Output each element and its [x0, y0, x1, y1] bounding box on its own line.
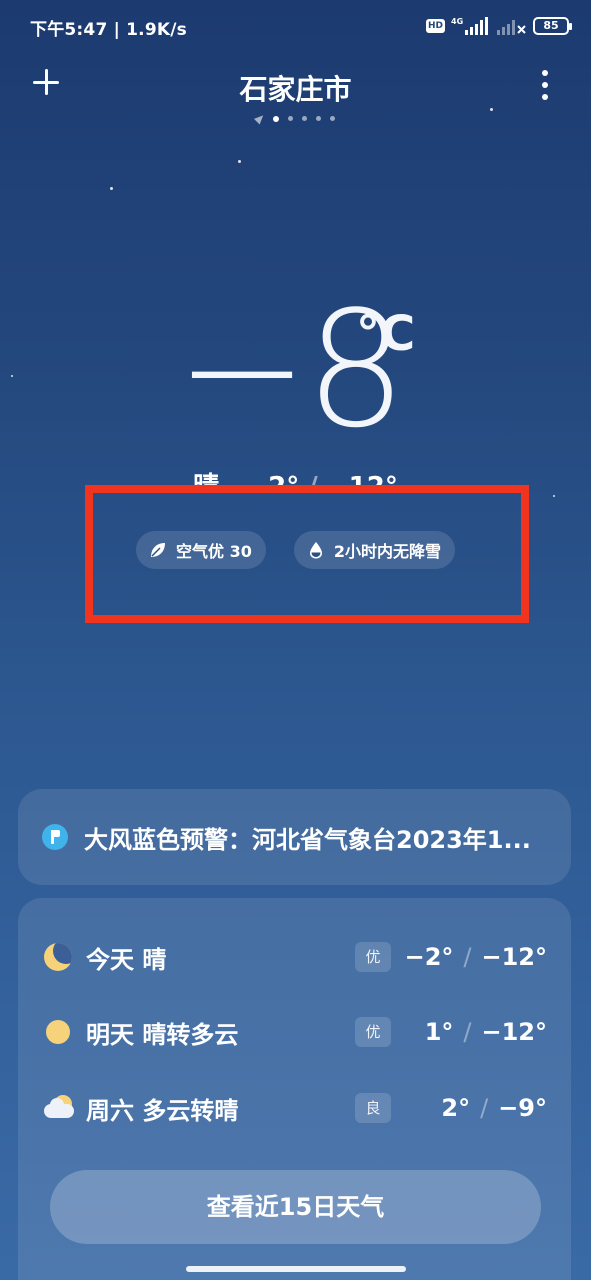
star-decoration [110, 187, 113, 190]
forecast-label: 今天 晴 [86, 945, 167, 974]
signal-weak-icon [497, 20, 526, 35]
aqi-badge: 优 [355, 942, 391, 972]
status-bar: 下午5:47 | 1.9K/s HD 4G 85 [0, 0, 591, 52]
forecast-high: 2° [441, 1094, 471, 1122]
forecast-low: −12° [481, 943, 547, 971]
forecast-low: −9° [498, 1094, 547, 1122]
city-title: 石家庄市 [239, 73, 352, 106]
moon-icon [44, 943, 72, 971]
star-decoration [553, 495, 555, 497]
forecast-label: 周六 多云转晴 [86, 1096, 239, 1125]
status-icons: HD 4G 85 [425, 14, 572, 38]
alert-flag-icon [42, 824, 68, 850]
header: 石家庄市 [0, 60, 591, 130]
network-label: 4G [451, 17, 463, 26]
forecast-temps: −2° / −12° [404, 943, 547, 971]
signal-4g-icon: 4G [451, 17, 488, 35]
more-menu-button[interactable] [539, 68, 551, 102]
star-decoration [11, 375, 13, 377]
forecast-row-tomorrow[interactable]: 明天 晴转多云 优 1° / −12° [18, 1002, 571, 1062]
aqi-badge: 良 [355, 1093, 391, 1123]
page-dot [288, 116, 293, 121]
more-dot [542, 82, 548, 88]
forecast-row-today[interactable]: 今天 晴 优 −2° / −12° [18, 927, 571, 987]
sun-icon [46, 1020, 70, 1044]
forecast-high: −2° [404, 943, 454, 971]
aqi-badge: 优 [355, 1017, 391, 1047]
star-decoration [238, 160, 241, 163]
battery-icon: 85 [533, 17, 572, 35]
status-time-speed: 下午5:47 | 1.9K/s [30, 20, 187, 40]
highlight-box [85, 485, 529, 623]
forecast-temps: 2° / −9° [441, 1094, 547, 1122]
partly-cloudy-icon [44, 1094, 74, 1122]
view-15-day-button[interactable]: 查看近15日天气 [50, 1170, 541, 1244]
cloud-part [44, 1104, 74, 1118]
forecast-low: −12° [481, 1018, 547, 1046]
weather-alert-card[interactable]: 大风蓝色预警：河北省气象台2023年1... [18, 789, 571, 885]
forecast-temps: 1° / −12° [424, 1018, 547, 1046]
forecast-row-saturday[interactable]: 周六 多云转晴 良 2° / −9° [18, 1078, 571, 1138]
forecast-label: 明天 晴转多云 [86, 1020, 239, 1049]
page-dot [330, 116, 335, 121]
forecast-high: 1° [424, 1018, 454, 1046]
hd-icon: HD [425, 19, 445, 33]
page-dot-active [273, 115, 279, 122]
more-dot [542, 94, 548, 100]
page-dot [302, 116, 307, 121]
location-arrow-icon [253, 112, 267, 125]
home-indicator[interactable] [186, 1266, 406, 1272]
alert-text: 大风蓝色预警：河北省气象台2023年1... [84, 825, 531, 854]
more-dot [542, 70, 548, 76]
temperature-unit: °C [356, 306, 416, 362]
page-dot [316, 116, 321, 121]
page-indicator [0, 112, 591, 125]
